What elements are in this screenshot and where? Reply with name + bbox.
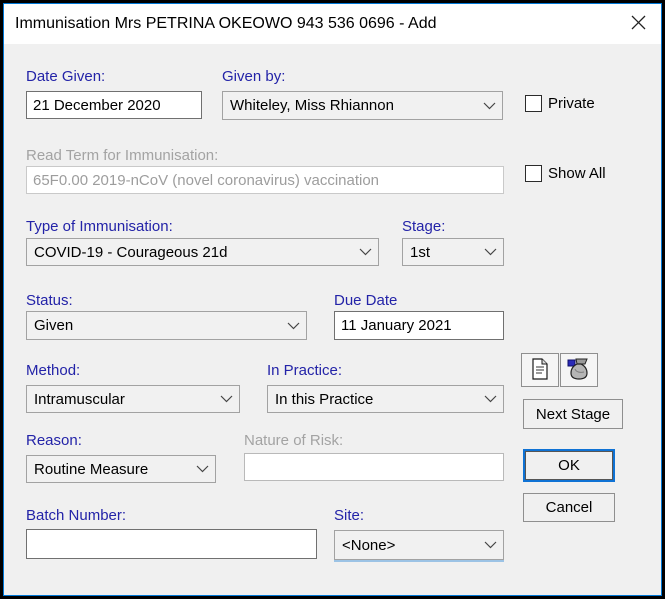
chevron-down-icon [477,248,503,256]
in-practice-dropdown[interactable]: In this Practice [267,385,504,413]
method-dropdown[interactable]: Intramuscular [26,385,240,413]
medicine-bag-button[interactable] [560,353,598,387]
close-icon [631,15,646,33]
status-value: Given [34,317,280,334]
status-label: Status: [26,292,73,309]
chevron-down-icon [352,248,378,256]
stage-dropdown[interactable]: 1st [402,238,504,266]
chevron-down-icon [477,395,503,403]
method-value: Intramuscular [34,391,213,408]
immunisation-add-dialog: Immunisation Mrs PETRINA OKEOWO 943 536 … [0,0,665,599]
method-label: Method: [26,362,80,379]
chevron-down-icon [477,541,503,549]
next-stage-button[interactable]: Next Stage [523,399,623,429]
cancel-button[interactable]: Cancel [523,493,615,522]
reason-value: Routine Measure [34,461,189,478]
read-term-input [26,166,504,194]
site-value: <None> [342,537,477,554]
due-date-label: Due Date [334,292,397,309]
title-bar: Immunisation Mrs PETRINA OKEOWO 943 536 … [4,4,661,44]
given-by-value: Whiteley, Miss Rhiannon [230,97,476,114]
status-dropdown[interactable]: Given [26,311,307,340]
given-by-dropdown[interactable]: Whiteley, Miss Rhiannon [222,91,503,120]
type-of-immunisation-value: COVID-19 - Courageous 21d [34,244,352,261]
date-given-input[interactable] [26,91,202,119]
stage-label: Stage: [402,218,445,235]
chevron-down-icon [280,322,306,330]
document-icon [531,358,549,383]
stage-value: 1st [410,244,477,261]
medicine-bag-icon [567,357,591,384]
read-term-label: Read Term for Immunisation: [26,147,218,164]
in-practice-label: In Practice: [267,362,342,379]
private-checkbox-label: Private [548,95,595,112]
private-checkbox-box[interactable] [525,95,542,112]
site-label: Site: [334,507,364,524]
in-practice-value: In this Practice [275,391,477,408]
nature-of-risk-label: Nature of Risk: [244,432,343,449]
notes-document-button[interactable] [521,353,559,387]
type-of-immunisation-dropdown[interactable]: COVID-19 - Courageous 21d [26,238,379,266]
batch-number-input[interactable] [26,529,317,559]
chevron-down-icon [189,465,215,473]
type-of-immunisation-label: Type of Immunisation: [26,218,173,235]
reason-dropdown[interactable]: Routine Measure [26,455,216,483]
show-all-checkbox[interactable]: Show All [525,165,606,182]
private-checkbox[interactable]: Private [525,95,595,112]
batch-number-label: Batch Number: [26,507,126,524]
window-title: Immunisation Mrs PETRINA OKEOWO 943 536 … [4,15,437,33]
show-all-checkbox-label: Show All [548,165,606,182]
chevron-down-icon [213,395,239,403]
ok-button[interactable]: OK [523,449,615,482]
close-button[interactable] [615,4,661,44]
given-by-label: Given by: [222,68,285,85]
nature-of-risk-input [244,453,504,481]
show-all-checkbox-box[interactable] [525,165,542,182]
due-date-input[interactable] [334,311,504,340]
site-dropdown[interactable]: <None> [334,530,504,560]
date-given-label: Date Given: [26,68,105,85]
dialog-body: Date Given: Given by: Whiteley, Miss Rhi… [4,44,661,595]
chevron-down-icon [476,102,502,110]
reason-label: Reason: [26,432,82,449]
